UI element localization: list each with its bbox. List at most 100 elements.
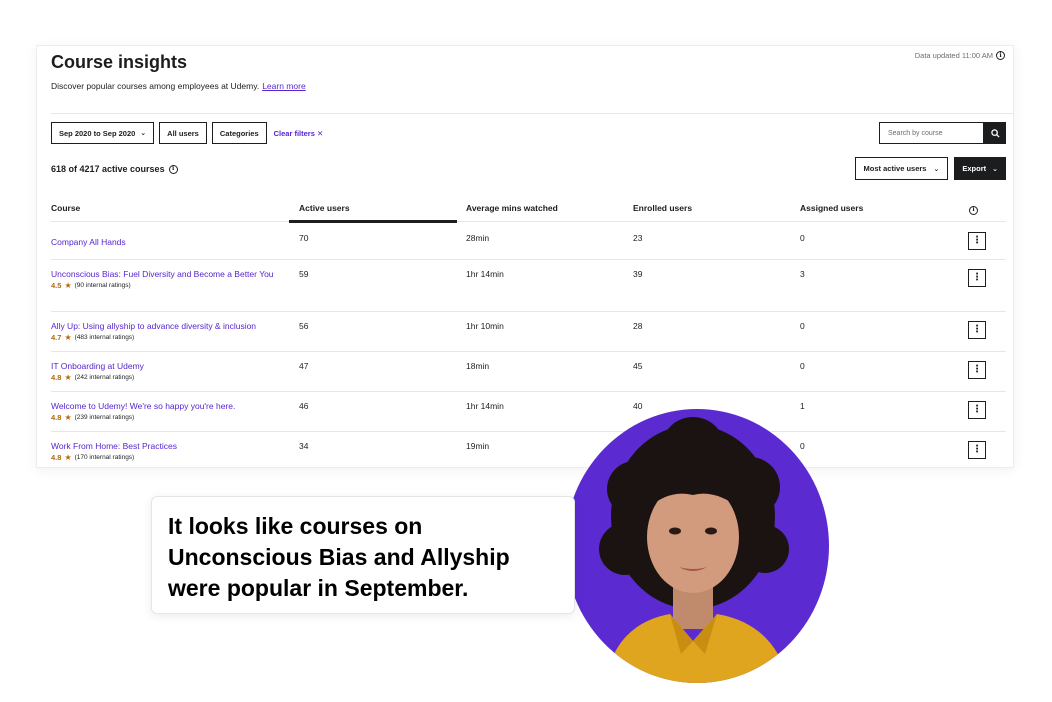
active-users-cell: 59 bbox=[299, 269, 309, 279]
avg-mins-cell: 1hr 14min bbox=[466, 401, 504, 411]
sort-dropdown[interactable]: Most active users ⌄ bbox=[854, 157, 949, 180]
all-users-button[interactable]: All users bbox=[159, 122, 207, 144]
close-icon: ✕ bbox=[317, 128, 324, 138]
course-insights-panel: Course insights Discover popular courses… bbox=[36, 45, 1014, 468]
rating-value: 4.8 bbox=[51, 373, 62, 382]
row-menu-button[interactable]: ⋮ bbox=[968, 361, 986, 379]
ratings-count: (242 internal ratings) bbox=[74, 374, 135, 381]
active-users-cell: 56 bbox=[299, 321, 309, 331]
table-actions: Most active users ⌄ Export ⌄ bbox=[854, 157, 1006, 180]
categories-button[interactable]: Categories bbox=[211, 122, 267, 144]
filter-bar: Sep 2020 to Sep 2020 ⌄ All users Categor… bbox=[51, 122, 323, 144]
chevron-down-icon: ⌄ bbox=[933, 165, 940, 173]
page-title: Course insights bbox=[51, 52, 188, 72]
table-row: Company All Hands 70 28min 23 0 ⋮ bbox=[51, 223, 1006, 260]
rating-value: 4.8 bbox=[51, 453, 62, 462]
search-input[interactable]: Search by course bbox=[879, 122, 984, 144]
course-link[interactable]: IT Onboarding at Udemy bbox=[51, 360, 281, 372]
count-text: 618 of 4217 active courses bbox=[51, 164, 165, 174]
course-cell: Ally Up: Using allyship to advance diver… bbox=[51, 320, 291, 342]
course-rating: 4.7 ★ (483 internal ratings) bbox=[51, 333, 291, 342]
column-header-avg-mins[interactable]: Average mins watched bbox=[466, 203, 558, 213]
learn-more-link[interactable]: Learn more bbox=[262, 81, 305, 91]
kebab-menu-icon: ⋮ bbox=[972, 235, 982, 246]
course-rating: 4.8 ★ (239 internal ratings) bbox=[51, 413, 291, 422]
avg-mins-cell: 18min bbox=[466, 361, 490, 371]
column-header-assigned[interactable]: Assigned users bbox=[800, 203, 863, 213]
active-users-cell: 34 bbox=[299, 441, 309, 451]
enrolled-cell: 40 bbox=[633, 401, 643, 411]
row-menu-button[interactable]: ⋮ bbox=[968, 321, 986, 339]
course-cell: Work From Home: Best Practices 4.8 ★ (17… bbox=[51, 440, 281, 462]
course-cell: Welcome to Udemy! We're so happy you're … bbox=[51, 400, 291, 422]
kebab-menu-icon: ⋮ bbox=[972, 444, 982, 455]
assigned-cell: 3 bbox=[800, 269, 805, 279]
portrait-illustration bbox=[599, 417, 789, 683]
sort-label: Most active users bbox=[863, 164, 927, 173]
info-icon[interactable]: i bbox=[168, 164, 178, 174]
star-icon: ★ bbox=[64, 413, 72, 422]
avg-mins-cell: 1hr 10min bbox=[466, 321, 504, 331]
divider bbox=[51, 113, 1013, 114]
assigned-cell: 0 bbox=[800, 321, 805, 331]
course-cell: Unconscious Bias: Fuel Diversity and Bec… bbox=[51, 268, 281, 290]
ratings-count: (90 internal ratings) bbox=[74, 282, 131, 289]
active-courses-count: 618 of 4217 active courses i bbox=[51, 164, 178, 174]
avg-mins-cell: 28min bbox=[466, 233, 490, 243]
info-icon[interactable]: i bbox=[996, 51, 1005, 60]
row-menu-button[interactable]: ⋮ bbox=[968, 232, 986, 250]
categories-label: Categories bbox=[219, 128, 259, 138]
export-button[interactable]: Export ⌄ bbox=[954, 157, 1006, 180]
table-header: Course Active users Average mins watched… bbox=[51, 194, 1006, 223]
column-info[interactable]: i bbox=[969, 203, 978, 215]
table-row: Welcome to Udemy! We're so happy you're … bbox=[51, 392, 1006, 432]
assigned-cell: 0 bbox=[800, 361, 805, 371]
rating-value: 4.8 bbox=[51, 413, 62, 422]
avg-mins-cell: 1hr 14min bbox=[466, 269, 504, 279]
kebab-menu-icon: ⋮ bbox=[972, 324, 982, 335]
info-icon: i bbox=[969, 205, 978, 215]
date-range-dropdown[interactable]: Sep 2020 to Sep 2020 ⌄ bbox=[51, 122, 155, 144]
star-icon: ★ bbox=[64, 453, 72, 462]
search-button[interactable] bbox=[984, 122, 1006, 144]
ratings-count: (483 internal ratings) bbox=[74, 334, 135, 341]
data-updated-text: Data updated 11:00 AM bbox=[914, 51, 993, 60]
subtitle-text: Discover popular courses among employees… bbox=[51, 81, 260, 91]
rating-value: 4.5 bbox=[51, 281, 62, 290]
course-link[interactable]: Work From Home: Best Practices bbox=[51, 440, 281, 452]
course-link[interactable]: Unconscious Bias: Fuel Diversity and Bec… bbox=[51, 268, 281, 280]
kebab-menu-icon: ⋮ bbox=[972, 272, 982, 283]
chevron-down-icon: ⌄ bbox=[992, 165, 998, 173]
page-subtitle: Discover popular courses among employees… bbox=[51, 81, 306, 91]
course-cell: IT Onboarding at Udemy 4.8 ★ (242 intern… bbox=[51, 360, 281, 382]
column-header-enrolled[interactable]: Enrolled users bbox=[633, 203, 692, 213]
row-menu-button[interactable]: ⋮ bbox=[968, 441, 986, 459]
kebab-menu-icon: ⋮ bbox=[972, 364, 982, 375]
course-link[interactable]: Ally Up: Using allyship to advance diver… bbox=[51, 320, 291, 332]
table-row: Unconscious Bias: Fuel Diversity and Bec… bbox=[51, 260, 1006, 312]
data-updated: Data updated 11:00 AM i bbox=[915, 51, 1005, 60]
assigned-cell: 0 bbox=[800, 233, 805, 243]
clear-filters-button[interactable]: Clear filters ✕ bbox=[272, 129, 324, 138]
enrolled-cell: 45 bbox=[633, 361, 643, 371]
table-row: Ally Up: Using allyship to advance diver… bbox=[51, 312, 1006, 352]
ratings-count: (239 internal ratings) bbox=[74, 414, 135, 421]
column-header-active-users[interactable]: Active users bbox=[299, 203, 350, 213]
course-link[interactable]: Welcome to Udemy! We're so happy you're … bbox=[51, 400, 291, 412]
row-menu-button[interactable]: ⋮ bbox=[968, 401, 986, 419]
enrolled-cell: 23 bbox=[633, 233, 643, 243]
all-users-label: All users bbox=[167, 128, 199, 138]
active-users-cell: 47 bbox=[299, 361, 309, 371]
export-label: Export bbox=[962, 164, 987, 173]
star-icon: ★ bbox=[64, 333, 72, 342]
column-header-course[interactable]: Course bbox=[51, 203, 80, 213]
course-rating: 4.8 ★ (170 internal ratings) bbox=[51, 453, 281, 462]
date-range-label: Sep 2020 to Sep 2020 bbox=[59, 128, 136, 138]
row-menu-button[interactable]: ⋮ bbox=[968, 269, 986, 287]
course-rating: 4.8 ★ (242 internal ratings) bbox=[51, 373, 281, 382]
active-users-cell: 70 bbox=[299, 233, 309, 243]
chevron-down-icon: ⌄ bbox=[140, 130, 147, 137]
course-link[interactable]: Company All Hands bbox=[51, 236, 281, 248]
course-search: Search by course bbox=[879, 122, 1006, 144]
callout-bubble: It looks like courses on Unconscious Bia… bbox=[151, 496, 575, 614]
